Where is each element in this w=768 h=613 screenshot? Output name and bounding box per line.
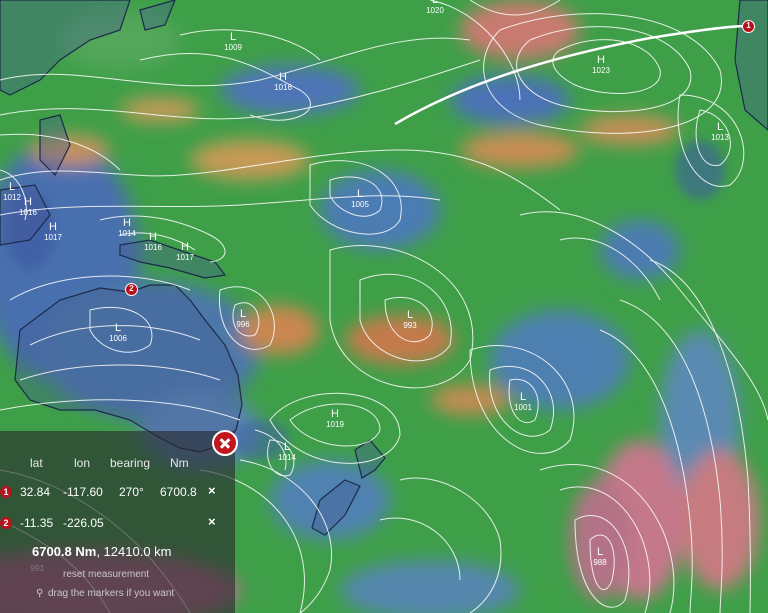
header-lat: lat: [30, 456, 43, 470]
pressure-value: 1017: [176, 253, 194, 262]
header-bearing: bearing: [110, 456, 151, 470]
pressure-value: 1023: [592, 66, 610, 75]
measurement-panel: lat lon bearing Nm 1 32.84 -117.60 270° …: [0, 431, 235, 613]
pressure-type-letter: H: [331, 408, 339, 420]
row-2-lat: -11.35: [20, 516, 54, 530]
row-marker-1-icon: 1: [0, 486, 12, 498]
pressure-type-letter: L: [717, 121, 723, 133]
total-distance: 6700.8 Nm, 12410.0 km: [32, 544, 171, 559]
pressure-value: 1017: [44, 233, 62, 242]
pressure-value: 1014: [118, 229, 136, 238]
total-km: , 12410.0 km: [96, 544, 172, 559]
pressure-type-letter: H: [123, 217, 131, 229]
pressure-value: 1013: [711, 133, 729, 142]
pressure-type-letter: L: [240, 308, 246, 320]
row-1-nm: 6700.8: [160, 485, 197, 499]
total-nm: 6700.8 Nm: [32, 544, 97, 559]
pressure-value: 1019: [326, 420, 344, 429]
route-marker-1[interactable]: 1: [742, 20, 755, 33]
pressure-type-letter: H: [49, 221, 57, 233]
row-1-lat: 32.84: [20, 485, 51, 499]
pressure-type-letter: L: [407, 309, 413, 321]
pressure-value: 993: [403, 321, 417, 330]
pressure-type-letter: H: [181, 241, 189, 253]
header-lon: lon: [74, 456, 91, 470]
pressure-value: 1001: [514, 403, 532, 412]
pressure-type-letter: H: [149, 231, 157, 243]
pressure-value: 1012: [3, 193, 21, 202]
row-marker-2-icon: 2: [0, 517, 12, 529]
pressure-type-letter: L: [284, 441, 290, 453]
pressure-type-letter: L: [357, 188, 363, 200]
remove-point-2-button[interactable]: ×: [208, 514, 216, 529]
pressure-value: 1016: [274, 83, 292, 92]
header-nm: Nm: [170, 456, 189, 470]
pressure-type-letter: H: [597, 54, 605, 66]
pressure-value: 1009: [224, 43, 242, 52]
pressure-value: 1006: [109, 334, 127, 343]
pressure-value: 1020: [426, 6, 444, 15]
pressure-type-letter: L: [9, 181, 15, 193]
pressure-value: 1014: [278, 453, 296, 462]
pressure-value: 1016: [144, 243, 162, 252]
pressure-value: 1016: [19, 208, 37, 217]
pressure-type-letter: L: [230, 31, 236, 43]
pin-icon: ⚲: [36, 588, 44, 599]
pressure-type-letter: L: [115, 322, 121, 334]
pressure-value: 988: [593, 558, 607, 567]
pressure-type-letter: H: [24, 196, 32, 208]
row-1-bearing: 270°: [119, 485, 144, 499]
remove-point-1-button[interactable]: ×: [208, 483, 216, 498]
drag-hint: drag the markers if you want: [48, 588, 175, 599]
pressure-type-letter: L: [520, 391, 526, 403]
reset-measurement-link[interactable]: reset measurement: [63, 569, 149, 580]
pressure-value: 996: [236, 320, 250, 329]
close-measurement-button[interactable]: [212, 430, 238, 456]
row-2-lon: -226.05: [63, 516, 104, 530]
row-1-lon: -117.60: [63, 485, 103, 499]
pressure-type-letter: H: [279, 71, 287, 83]
pressure-value: 1005: [351, 200, 369, 209]
route-marker-2[interactable]: 2: [125, 283, 138, 296]
pressure-type-letter: L: [597, 546, 603, 558]
